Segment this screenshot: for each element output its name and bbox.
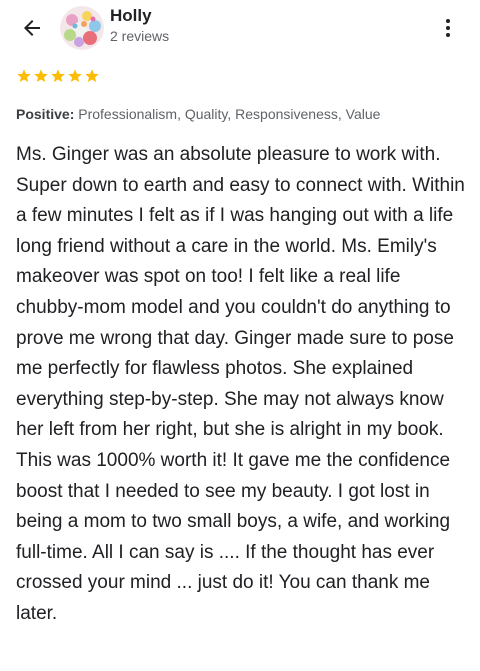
star-rating [16,68,100,84]
review-header: Holly 2 reviews [0,0,480,56]
reviewer-review-count: 2 reviews [110,28,170,44]
reviewer-name[interactable]: Holly [110,6,152,26]
star-icon [85,69,99,82]
attributes-values: Professionalism, Quality, Responsiveness… [78,106,381,122]
star-icon [17,69,31,82]
avatar[interactable] [60,6,104,50]
star-icon [51,69,65,82]
arrow-left-icon [24,20,40,36]
review-text: Ms. Ginger was an absolute pleasure to w… [16,144,465,624]
more-options-button[interactable] [434,10,462,46]
back-button[interactable] [14,10,50,46]
attributes-label: Positive: [16,106,79,122]
avatar-image [60,6,104,50]
star-icon [68,69,82,82]
review-attributes: Positive: Professionalism, Quality, Resp… [16,106,380,122]
star-icon [34,69,48,82]
more-vert-icon [446,19,450,37]
